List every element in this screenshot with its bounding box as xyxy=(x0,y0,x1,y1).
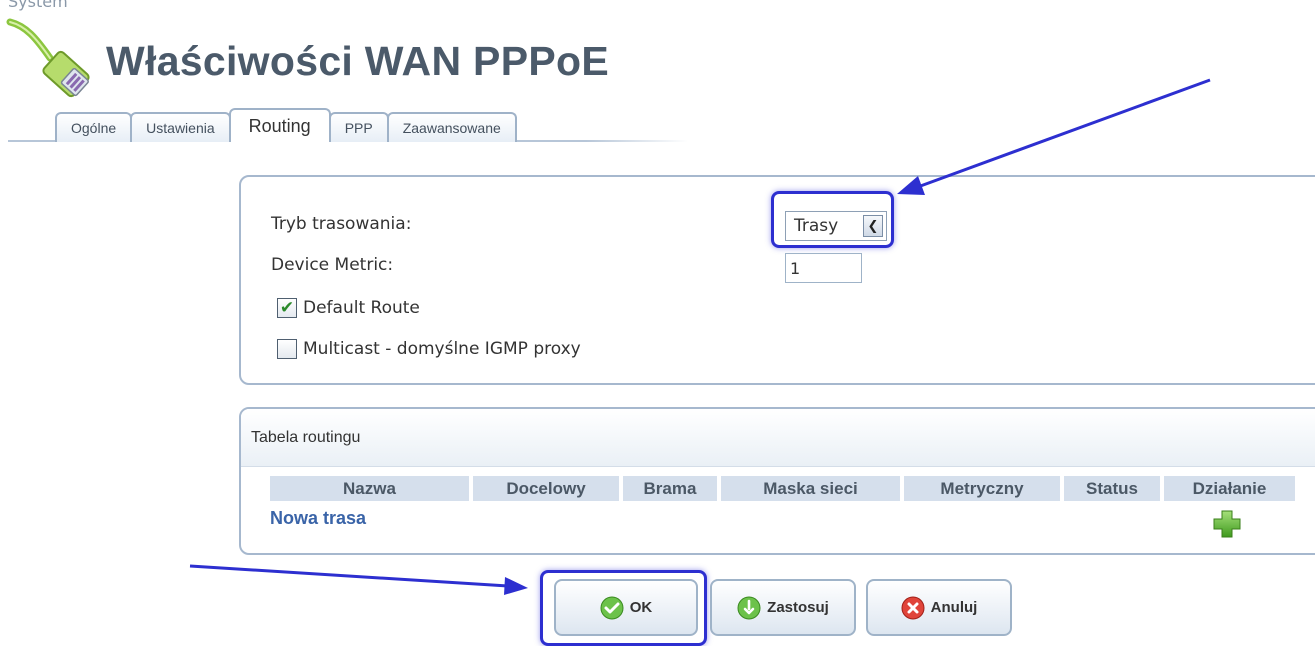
top-cut-text: System xyxy=(8,0,68,11)
cancel-button[interactable]: Anuluj xyxy=(866,579,1012,636)
default-route-checkbox[interactable]: ✔ xyxy=(277,298,297,318)
device-metric-label: Device Metric: xyxy=(271,255,394,275)
column-header-dzialanie[interactable]: Działanie xyxy=(1164,476,1295,501)
network-cable-icon xyxy=(6,18,90,98)
annotation-highlight-select xyxy=(771,191,894,248)
page-title: Właściwości WAN PPPoE xyxy=(106,38,609,84)
tab-routing[interactable]: Routing xyxy=(228,108,331,142)
column-header-status[interactable]: Status xyxy=(1064,476,1160,501)
apply-icon xyxy=(737,596,761,619)
column-header-docelowy[interactable]: Docelowy xyxy=(473,476,619,501)
arrow-to-ok xyxy=(189,564,528,595)
multicast-row: Multicast - domyślne IGMP proxy xyxy=(277,339,581,359)
routing-table-title: Tabela routingu xyxy=(251,429,361,446)
device-metric-input[interactable]: 1 xyxy=(785,253,862,283)
tab-zaawansowane[interactable]: Zaawansowane xyxy=(386,112,517,142)
tab-ogolne[interactable]: Ogólne xyxy=(55,112,133,142)
apply-button-label: Zastosuj xyxy=(767,599,829,616)
plus-icon[interactable] xyxy=(1212,509,1242,539)
close-icon xyxy=(901,596,925,619)
column-header-maska-sieci[interactable]: Maska sieci xyxy=(721,476,900,501)
column-header-metryczny[interactable]: Metryczny xyxy=(904,476,1060,501)
annotation-highlight-ok xyxy=(540,570,707,646)
multicast-checkbox[interactable] xyxy=(277,339,297,359)
tab-ustawienia[interactable]: Ustawienia xyxy=(130,112,231,142)
routing-table-header: Tabela routingu xyxy=(241,409,1315,467)
apply-button[interactable]: Zastosuj xyxy=(710,579,856,636)
default-route-row: ✔ Default Route xyxy=(277,298,420,318)
column-header-brama[interactable]: Brama xyxy=(623,476,717,501)
routing-mode-label: Tryb trasowania: xyxy=(271,214,412,234)
multicast-label: Multicast - domyślne IGMP proxy xyxy=(303,339,581,359)
new-route-link[interactable]: Nowa trasa xyxy=(270,508,366,529)
column-header-nazwa[interactable]: Nazwa xyxy=(270,476,469,501)
tab-bar: Ogólne Ustawienia Routing PPP Zaawansowa… xyxy=(55,107,517,142)
cancel-button-label: Anuluj xyxy=(930,599,978,616)
default-route-label: Default Route xyxy=(303,298,420,318)
tab-ppp[interactable]: PPP xyxy=(328,112,389,142)
